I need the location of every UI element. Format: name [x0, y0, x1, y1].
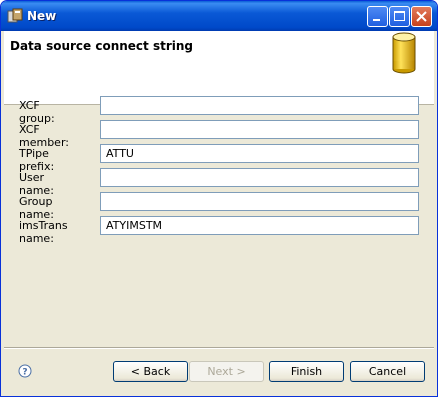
window-title: New — [27, 9, 57, 23]
user-name-label: User name: — [19, 171, 54, 197]
ims-trans-name-field[interactable]: ATYIMSTM — [100, 216, 419, 235]
cancel-button[interactable]: Cancel — [350, 361, 425, 382]
next-button[interactable]: Next > — [189, 361, 264, 382]
minimize-icon — [373, 19, 380, 21]
close-icon — [416, 11, 427, 22]
tpipe-prefix-label: TPipe prefix: — [19, 147, 55, 173]
user-name-field[interactable] — [100, 168, 419, 187]
xcf-group-label: XCF group: — [19, 99, 55, 125]
maximize-button[interactable] — [389, 6, 410, 27]
group-name-label: Group name: — [19, 195, 54, 221]
wizard-header: Data source connect string — [4, 31, 434, 105]
database-icon — [392, 32, 416, 74]
new-wizard-window: New Data source connect string XCF group… — [0, 0, 438, 397]
minimize-button[interactable] — [367, 6, 388, 27]
finish-button[interactable]: Finish — [269, 361, 344, 382]
help-icon[interactable]: ? — [18, 364, 32, 378]
ims-trans-name-label: imsTrans name: — [19, 219, 68, 245]
xcf-member-label: XCF member: — [19, 123, 69, 149]
xcf-member-field[interactable] — [100, 120, 419, 139]
maximize-icon — [394, 11, 405, 21]
xcf-group-field[interactable] — [100, 96, 419, 115]
svg-text:?: ? — [22, 368, 27, 378]
back-button[interactable]: < Back — [113, 361, 188, 382]
close-button[interactable] — [411, 6, 432, 27]
title-bar[interactable]: New — [1, 1, 437, 31]
group-name-field[interactable] — [100, 192, 419, 211]
footer-separator — [4, 347, 434, 349]
wizard-app-icon — [7, 8, 23, 23]
tpipe-prefix-field[interactable]: ATTU — [100, 144, 419, 163]
page-title: Data source connect string — [10, 39, 193, 53]
